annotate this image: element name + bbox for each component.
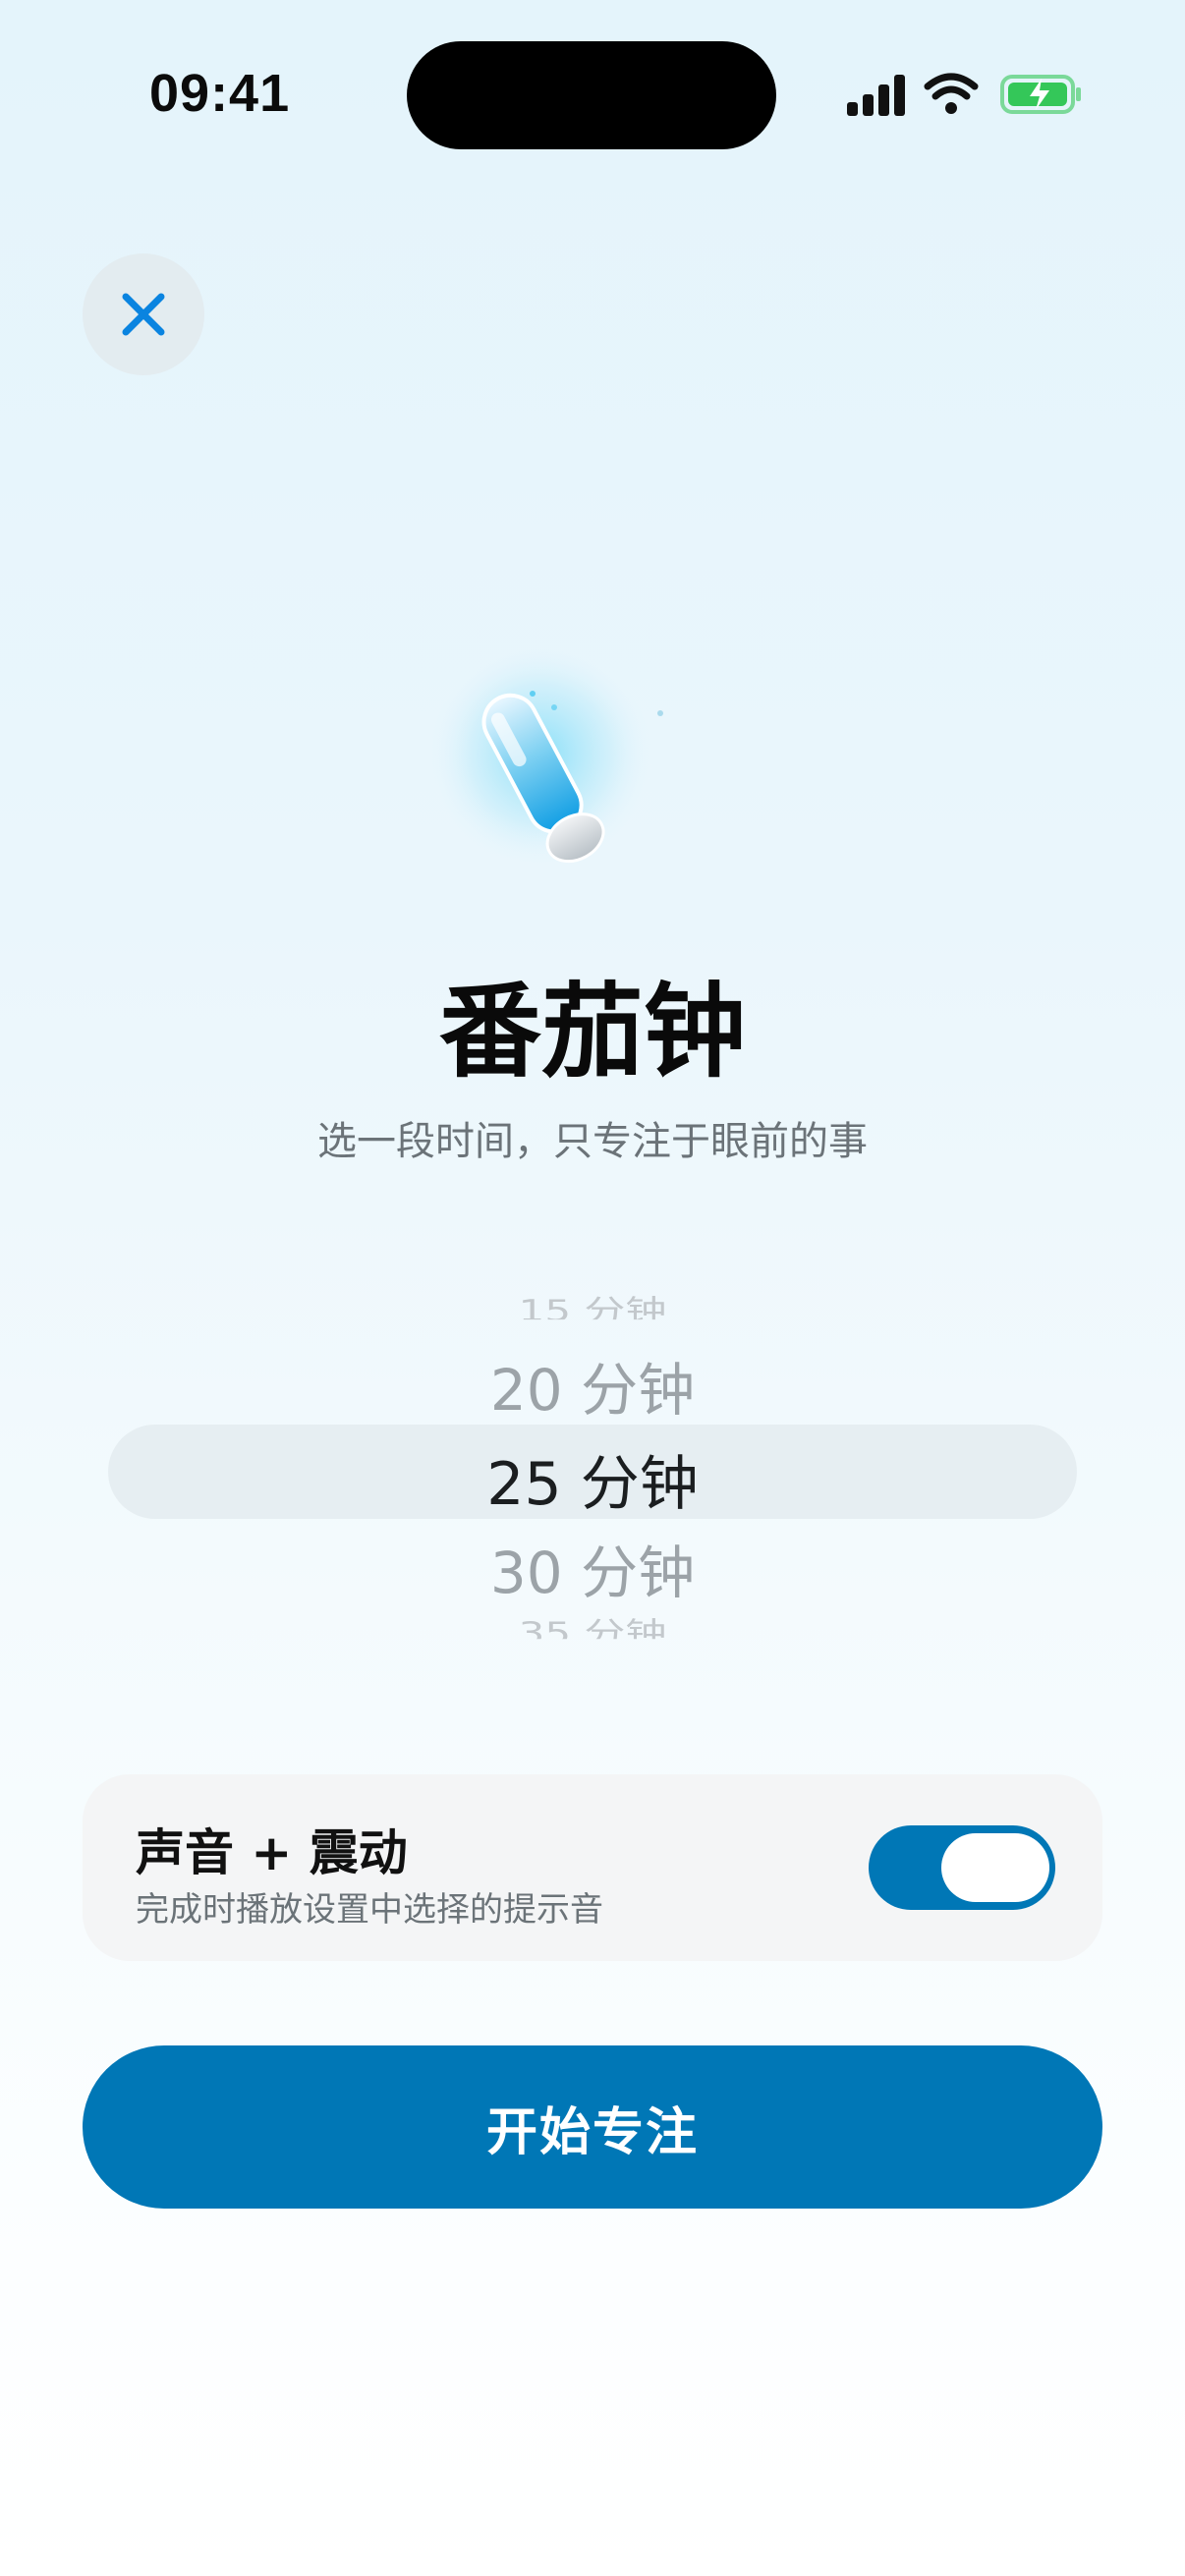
sound-setting-title: 声音 + 震动 (136, 1824, 408, 1881)
status-time: 09:41 (149, 64, 291, 123)
sound-setting-description: 完成时播放设置中选择的提示音 (136, 1890, 603, 1930)
toggle-knob (941, 1833, 1049, 1902)
start-focus-label: 开始专注 (485, 2102, 699, 2162)
picker-option[interactable]: 15 分钟 (0, 1287, 1185, 1319)
picker-option[interactable]: 20 分钟 (0, 1344, 1185, 1427)
start-focus-button[interactable]: 开始专注 (83, 2045, 1102, 2209)
picker-option[interactable]: 35 分钟 (0, 1609, 1185, 1639)
picker-option[interactable]: 30 分钟 (0, 1527, 1185, 1609)
timer-capsule-icon (423, 648, 688, 904)
battery-charging-icon (1000, 75, 1081, 114)
close-button[interactable] (83, 253, 204, 375)
picker-option-selected[interactable]: 25 分钟 (0, 1436, 1185, 1522)
page-subtitle: 选一段时间，只专注于眼前的事 (317, 1119, 868, 1164)
status-icons (847, 67, 1083, 122)
cellular-signal-icon (847, 75, 905, 116)
dynamic-island (407, 41, 776, 149)
close-icon (122, 293, 165, 336)
wifi-icon (924, 73, 979, 114)
page-title: 番茄钟 (438, 972, 746, 1092)
